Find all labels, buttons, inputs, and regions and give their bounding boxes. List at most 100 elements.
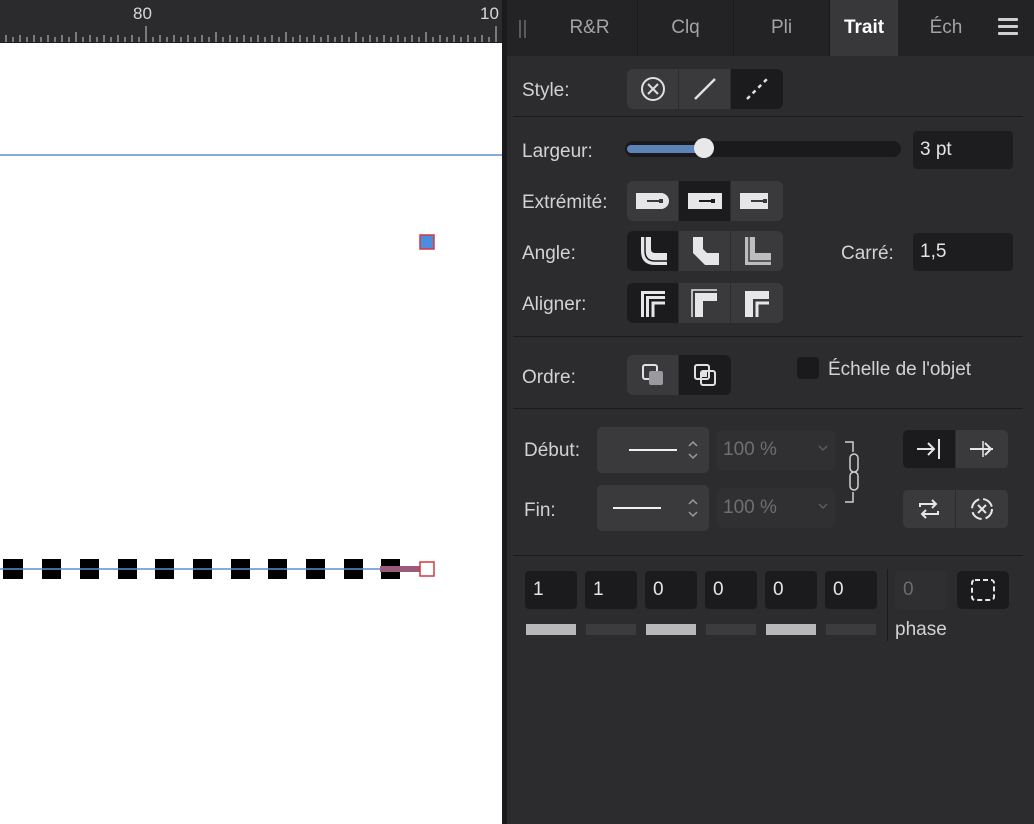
style-none-button[interactable] bbox=[627, 69, 679, 109]
separator bbox=[513, 336, 1023, 337]
cap-segmented bbox=[627, 181, 783, 221]
align-center-button[interactable] bbox=[627, 283, 679, 323]
solid-line-icon bbox=[693, 78, 716, 100]
dash-2-field[interactable]: 0 bbox=[645, 571, 697, 609]
gap-2-field[interactable]: 0 bbox=[705, 571, 757, 609]
miter-label: Carré: bbox=[841, 243, 894, 264]
stroke-behind-icon bbox=[641, 364, 663, 385]
round-join-icon bbox=[640, 237, 667, 265]
document-canvas[interactable]: 80 10 bbox=[0, 0, 502, 824]
width-field[interactable]: 3 pt bbox=[913, 131, 1013, 169]
separator bbox=[513, 408, 1023, 409]
width-slider[interactable] bbox=[625, 138, 901, 158]
arrow-inside-button[interactable] bbox=[956, 430, 1008, 468]
tab-fold[interactable]: Pli bbox=[734, 0, 830, 56]
cap-round-button[interactable] bbox=[627, 181, 679, 221]
link-scale-icon[interactable] bbox=[843, 440, 869, 504]
width-label: Largeur: bbox=[522, 141, 593, 162]
cap-label: Extrémité: bbox=[522, 192, 608, 213]
miter-join-icon bbox=[745, 237, 771, 265]
tab-layers[interactable]: Clq bbox=[638, 0, 734, 56]
align-outside-icon bbox=[745, 291, 769, 317]
miter-field[interactable]: 1,5 bbox=[913, 233, 1013, 271]
end-scale-field[interactable]: 100 % bbox=[717, 488, 835, 528]
no-stroke-icon bbox=[640, 77, 665, 101]
selection-handle-top bbox=[419, 234, 435, 250]
width-slider-thumb[interactable] bbox=[694, 138, 714, 158]
scale-with-object-checkbox[interactable] bbox=[797, 357, 819, 379]
cap-square-button[interactable] bbox=[679, 181, 731, 221]
join-miter-button[interactable] bbox=[731, 231, 783, 271]
square-cap-icon bbox=[687, 193, 722, 209]
align-outside-button[interactable] bbox=[731, 283, 783, 323]
end-label: Fin: bbox=[524, 500, 556, 521]
arrow-extend-button[interactable] bbox=[903, 430, 955, 468]
gap-preview bbox=[706, 624, 756, 635]
phase-field[interactable]: 0 bbox=[895, 571, 947, 609]
start-scale-field[interactable]: 100 % bbox=[717, 430, 835, 470]
align-inside-icon bbox=[690, 289, 717, 317]
align-center-icon bbox=[640, 291, 665, 317]
stepper-icon bbox=[688, 440, 698, 460]
join-segmented bbox=[627, 231, 783, 271]
end-arrowhead-combo[interactable] bbox=[597, 485, 709, 531]
align-label: Aligner: bbox=[522, 294, 587, 315]
round-cap-icon bbox=[635, 193, 669, 209]
arrowhead-none-preview bbox=[629, 449, 677, 451]
dash-preview bbox=[646, 624, 696, 635]
gap-1-field[interactable]: 1 bbox=[585, 571, 637, 609]
panel-grip-icon[interactable] bbox=[517, 20, 527, 38]
dash-preview bbox=[766, 624, 816, 635]
order-front-button[interactable] bbox=[679, 355, 731, 395]
gap-preview bbox=[586, 624, 636, 635]
stroke-front-icon bbox=[694, 364, 716, 386]
start-label: Début: bbox=[524, 440, 580, 461]
stepper-icon bbox=[688, 498, 698, 518]
swap-icon bbox=[919, 499, 939, 519]
panel-menu-icon[interactable] bbox=[998, 18, 1018, 36]
arrowhead-none-preview bbox=[613, 507, 661, 509]
separator bbox=[513, 116, 1023, 117]
canvas-artwork bbox=[0, 154, 502, 579]
end-node-handle bbox=[419, 561, 435, 577]
tab-swatches[interactable]: Éch bbox=[898, 0, 994, 56]
dashed-square-icon bbox=[971, 579, 995, 601]
panel-tabs: R&R Clq Pli Trait Éch bbox=[507, 0, 1034, 56]
remove-arrows-button[interactable] bbox=[956, 490, 1008, 528]
stroke-panel: R&R Clq Pli Trait Éch Style: Largeur: 3 … bbox=[507, 0, 1034, 824]
bevel-join-icon bbox=[692, 237, 719, 265]
phase-separator bbox=[887, 569, 888, 641]
tab-transform[interactable]: R&R bbox=[542, 0, 638, 56]
order-label: Ordre: bbox=[522, 367, 576, 388]
width-slider-fill bbox=[627, 145, 704, 153]
selected-segment bbox=[380, 566, 420, 572]
start-arrowhead-combo[interactable] bbox=[597, 427, 709, 473]
arrow-extend-icon bbox=[917, 439, 940, 459]
dash-preview bbox=[526, 624, 576, 635]
order-behind-button[interactable] bbox=[627, 355, 679, 395]
dash-3-field[interactable]: 0 bbox=[765, 571, 817, 609]
align-inside-button[interactable] bbox=[679, 283, 731, 323]
butt-cap-icon bbox=[740, 193, 768, 209]
cap-butt-button[interactable] bbox=[731, 181, 783, 221]
swap-arrows-button[interactable] bbox=[903, 490, 955, 528]
chevron-down-icon bbox=[818, 445, 828, 452]
dashed-line-icon bbox=[746, 78, 768, 100]
phase-label: phase bbox=[895, 619, 947, 640]
join-label: Angle: bbox=[522, 243, 576, 264]
reset-arrows-icon bbox=[971, 498, 993, 520]
join-round-button[interactable] bbox=[627, 231, 679, 271]
gap-3-field[interactable]: 0 bbox=[825, 571, 877, 609]
dash-1-field[interactable]: 1 bbox=[525, 571, 577, 609]
order-segmented bbox=[627, 355, 731, 395]
align-segmented bbox=[627, 283, 783, 323]
style-solid-button[interactable] bbox=[679, 69, 731, 109]
chevron-down-icon bbox=[818, 503, 828, 510]
gap-preview bbox=[826, 624, 876, 635]
style-dashed-button[interactable] bbox=[731, 69, 783, 109]
dash-alignment-button[interactable] bbox=[957, 571, 1009, 609]
tab-stroke[interactable]: Trait bbox=[830, 0, 898, 56]
arrow-inside-icon bbox=[970, 441, 993, 457]
style-label: Style: bbox=[522, 80, 570, 101]
join-bevel-button[interactable] bbox=[679, 231, 731, 271]
